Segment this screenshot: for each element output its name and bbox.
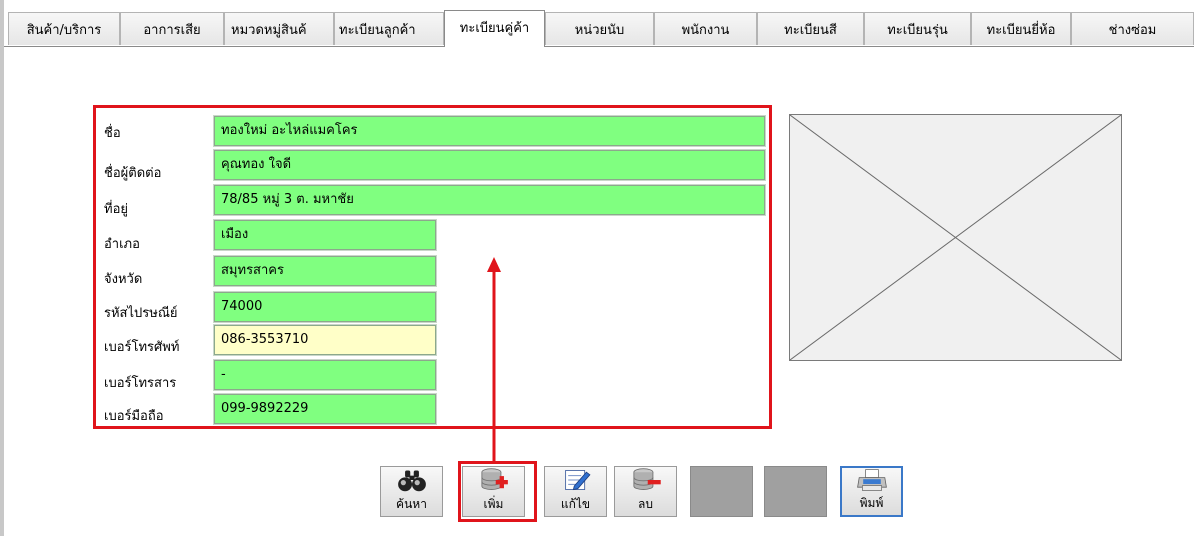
delete-button[interactable]: ลบ xyxy=(614,466,677,517)
search-button[interactable]: ค้นหา xyxy=(380,466,443,517)
delete-button-label: ลบ xyxy=(638,497,653,511)
print-button[interactable]: พิมพ์ xyxy=(840,466,903,517)
printer-icon xyxy=(856,469,887,491)
print-button-label: พิมพ์ xyxy=(859,496,884,510)
annotation-arrow xyxy=(487,257,501,461)
edit-note-icon xyxy=(564,470,591,491)
edit-button-label: แก้ไข xyxy=(560,497,591,511)
search-button-label: ค้นหา xyxy=(396,497,427,511)
binoculars-icon xyxy=(397,470,426,492)
database-remove-icon xyxy=(632,468,661,490)
add-button-highlight xyxy=(458,461,537,522)
edit-button[interactable]: แก้ไข xyxy=(544,466,607,517)
blank-button-2[interactable] xyxy=(764,466,827,517)
blank-button-1[interactable] xyxy=(690,466,753,517)
